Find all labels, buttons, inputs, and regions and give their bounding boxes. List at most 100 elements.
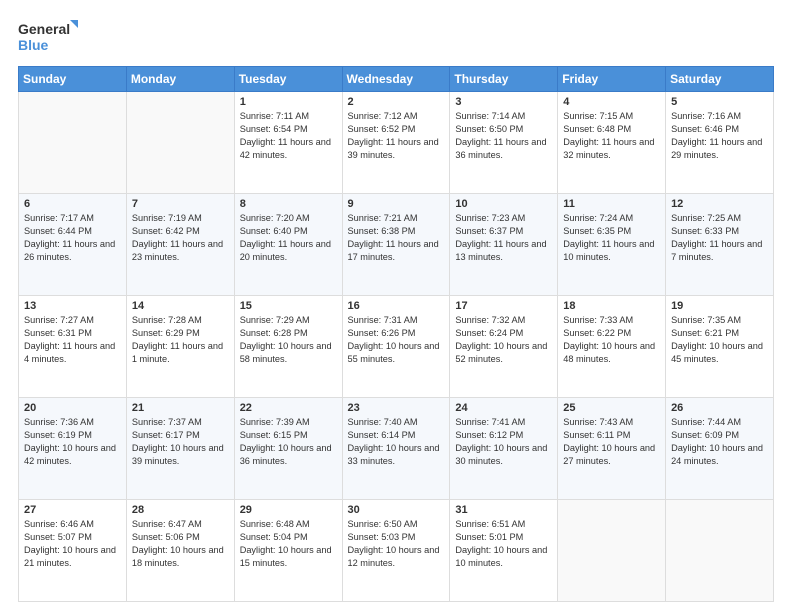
day-info: Sunrise: 7:25 AM Sunset: 6:33 PM Dayligh… xyxy=(671,212,768,264)
day-info: Sunrise: 7:19 AM Sunset: 6:42 PM Dayligh… xyxy=(132,212,229,264)
day-cell: 6Sunrise: 7:17 AM Sunset: 6:44 PM Daylig… xyxy=(19,194,127,296)
day-cell: 28 Sunrise: 6:47 AM Sunset: 5:06 PM Dayli… xyxy=(126,500,234,602)
day-cell: 30 Sunrise: 6:50 AM Sunset: 5:03 PM Dayli… xyxy=(342,500,450,602)
day-info: Sunrise: 6:51 AM Sunset: 5:01 PM Dayligh… xyxy=(455,518,552,570)
day-info: Sunrise: 7:40 AM Sunset: 6:14 PM Dayligh… xyxy=(348,416,445,468)
day-cell: 16Sunrise: 7:31 AM Sunset: 6:26 PM Dayli… xyxy=(342,296,450,398)
day-number: 18 xyxy=(563,300,660,312)
day-info: Sunrise: 7:20 AM Sunset: 6:40 PM Dayligh… xyxy=(240,212,337,264)
day-number: 13 xyxy=(24,300,121,312)
day-number: 25 xyxy=(563,402,660,414)
day-number: 4 xyxy=(563,96,660,108)
day-info: Sunrise: 7:43 AM Sunset: 6:11 PM Dayligh… xyxy=(563,416,660,468)
weekday-header-wednesday: Wednesday xyxy=(342,67,450,92)
day-cell: 10Sunrise: 7:23 AM Sunset: 6:37 PM Dayli… xyxy=(450,194,558,296)
day-number: 26 xyxy=(671,402,768,414)
week-row-1: 1Sunrise: 7:11 AM Sunset: 6:54 PM Daylig… xyxy=(19,92,774,194)
weekday-header-saturday: Saturday xyxy=(666,67,774,92)
day-number: 15 xyxy=(240,300,337,312)
day-info: Sunrise: 7:44 AM Sunset: 6:09 PM Dayligh… xyxy=(671,416,768,468)
day-cell: 15 Sunrise: 7:29 AM Sunset: 6:28 PM Dayli… xyxy=(234,296,342,398)
day-number: 1 xyxy=(240,96,337,108)
day-info: Sunrise: 6:47 AM Sunset: 5:06 PM Dayligh… xyxy=(132,518,229,570)
weekday-header-thursday: Thursday xyxy=(450,67,558,92)
day-cell: 14 Sunrise: 7:28 AM Sunset: 6:29 PM Dayli… xyxy=(126,296,234,398)
day-number: 20 xyxy=(24,402,121,414)
day-number: 5 xyxy=(671,96,768,108)
day-number: 31 xyxy=(455,504,552,516)
day-cell: 21 Sunrise: 7:37 AM Sunset: 6:17 PM Dayli… xyxy=(126,398,234,500)
day-number: 14 xyxy=(132,300,229,312)
day-cell: 27 Sunrise: 6:46 AM Sunset: 5:07 PM Dayli… xyxy=(19,500,127,602)
week-row-3: 13 Sunrise: 7:27 AM Sunset: 6:31 PM Dayli… xyxy=(19,296,774,398)
day-number: 22 xyxy=(240,402,337,414)
day-cell: 22 Sunrise: 7:39 AM Sunset: 6:15 PM Dayli… xyxy=(234,398,342,500)
day-info: Sunrise: 7:14 AM Sunset: 6:50 PM Dayligh… xyxy=(455,110,552,162)
day-info: Sunrise: 7:24 AM Sunset: 6:35 PM Dayligh… xyxy=(563,212,660,264)
header: General Blue xyxy=(18,18,774,56)
day-info: Sunrise: 7:39 AM Sunset: 6:15 PM Dayligh… xyxy=(240,416,337,468)
day-info: Sunrise: 7:37 AM Sunset: 6:17 PM Dayligh… xyxy=(132,416,229,468)
day-info: Sunrise: 7:21 AM Sunset: 6:38 PM Dayligh… xyxy=(348,212,445,264)
day-number: 11 xyxy=(563,198,660,210)
day-cell: 29 Sunrise: 6:48 AM Sunset: 5:04 PM Dayli… xyxy=(234,500,342,602)
day-info: Sunrise: 6:46 AM Sunset: 5:07 PM Dayligh… xyxy=(24,518,121,570)
day-number: 29 xyxy=(240,504,337,516)
week-row-5: 27 Sunrise: 6:46 AM Sunset: 5:07 PM Dayli… xyxy=(19,500,774,602)
day-cell: 9Sunrise: 7:21 AM Sunset: 6:38 PM Daylig… xyxy=(342,194,450,296)
day-number: 21 xyxy=(132,402,229,414)
svg-text:General: General xyxy=(18,21,70,37)
day-info: Sunrise: 7:31 AM Sunset: 6:26 PM Dayligh… xyxy=(348,314,445,366)
day-cell: 12 Sunrise: 7:25 AM Sunset: 6:33 PM Dayli… xyxy=(666,194,774,296)
day-number: 28 xyxy=(132,504,229,516)
day-cell xyxy=(126,92,234,194)
day-cell xyxy=(19,92,127,194)
day-cell: 25 Sunrise: 7:43 AM Sunset: 6:11 PM Dayli… xyxy=(558,398,666,500)
day-cell: 13 Sunrise: 7:27 AM Sunset: 6:31 PM Dayli… xyxy=(19,296,127,398)
day-info: Sunrise: 7:32 AM Sunset: 6:24 PM Dayligh… xyxy=(455,314,552,366)
svg-text:Blue: Blue xyxy=(18,37,49,53)
day-number: 30 xyxy=(348,504,445,516)
day-cell: 5Sunrise: 7:16 AM Sunset: 6:46 PM Daylig… xyxy=(666,92,774,194)
day-cell: 31 Sunrise: 6:51 AM Sunset: 5:01 PM Dayli… xyxy=(450,500,558,602)
day-info: Sunrise: 6:48 AM Sunset: 5:04 PM Dayligh… xyxy=(240,518,337,570)
general-blue-logo: General Blue xyxy=(18,18,78,56)
day-info: Sunrise: 7:27 AM Sunset: 6:31 PM Dayligh… xyxy=(24,314,121,366)
day-number: 10 xyxy=(455,198,552,210)
day-info: Sunrise: 7:15 AM Sunset: 6:48 PM Dayligh… xyxy=(563,110,660,162)
day-cell xyxy=(666,500,774,602)
day-cell: 24Sunrise: 7:41 AM Sunset: 6:12 PM Dayli… xyxy=(450,398,558,500)
day-cell: 23 Sunrise: 7:40 AM Sunset: 6:14 PM Dayli… xyxy=(342,398,450,500)
day-info: Sunrise: 7:41 AM Sunset: 6:12 PM Dayligh… xyxy=(455,416,552,468)
day-cell xyxy=(558,500,666,602)
day-cell: 26 Sunrise: 7:44 AM Sunset: 6:09 PM Dayli… xyxy=(666,398,774,500)
day-info: Sunrise: 7:17 AM Sunset: 6:44 PM Dayligh… xyxy=(24,212,121,264)
day-cell: 18 Sunrise: 7:33 AM Sunset: 6:22 PM Dayli… xyxy=(558,296,666,398)
week-row-2: 6Sunrise: 7:17 AM Sunset: 6:44 PM Daylig… xyxy=(19,194,774,296)
day-info: Sunrise: 7:29 AM Sunset: 6:28 PM Dayligh… xyxy=(240,314,337,366)
day-number: 23 xyxy=(348,402,445,414)
day-cell: 7 Sunrise: 7:19 AM Sunset: 6:42 PM Daylig… xyxy=(126,194,234,296)
day-number: 19 xyxy=(671,300,768,312)
day-number: 7 xyxy=(132,198,229,210)
day-number: 8 xyxy=(240,198,337,210)
day-info: Sunrise: 7:28 AM Sunset: 6:29 PM Dayligh… xyxy=(132,314,229,366)
day-info: Sunrise: 6:50 AM Sunset: 5:03 PM Dayligh… xyxy=(348,518,445,570)
day-cell: 4 Sunrise: 7:15 AM Sunset: 6:48 PM Daylig… xyxy=(558,92,666,194)
week-row-4: 20 Sunrise: 7:36 AM Sunset: 6:19 PM Dayli… xyxy=(19,398,774,500)
page: General Blue SundayMondayTuesdayWednesda… xyxy=(0,0,792,612)
weekday-header-monday: Monday xyxy=(126,67,234,92)
day-number: 12 xyxy=(671,198,768,210)
day-cell: 1Sunrise: 7:11 AM Sunset: 6:54 PM Daylig… xyxy=(234,92,342,194)
day-info: Sunrise: 7:33 AM Sunset: 6:22 PM Dayligh… xyxy=(563,314,660,366)
day-info: Sunrise: 7:12 AM Sunset: 6:52 PM Dayligh… xyxy=(348,110,445,162)
weekday-header-tuesday: Tuesday xyxy=(234,67,342,92)
weekday-header-sunday: Sunday xyxy=(19,67,127,92)
calendar-table: SundayMondayTuesdayWednesdayThursdayFrid… xyxy=(18,66,774,602)
day-cell: 2Sunrise: 7:12 AM Sunset: 6:52 PM Daylig… xyxy=(342,92,450,194)
day-cell: 3Sunrise: 7:14 AM Sunset: 6:50 PM Daylig… xyxy=(450,92,558,194)
day-cell: 11 Sunrise: 7:24 AM Sunset: 6:35 PM Dayli… xyxy=(558,194,666,296)
day-info: Sunrise: 7:36 AM Sunset: 6:19 PM Dayligh… xyxy=(24,416,121,468)
day-number: 27 xyxy=(24,504,121,516)
day-cell: 8 Sunrise: 7:20 AM Sunset: 6:40 PM Daylig… xyxy=(234,194,342,296)
